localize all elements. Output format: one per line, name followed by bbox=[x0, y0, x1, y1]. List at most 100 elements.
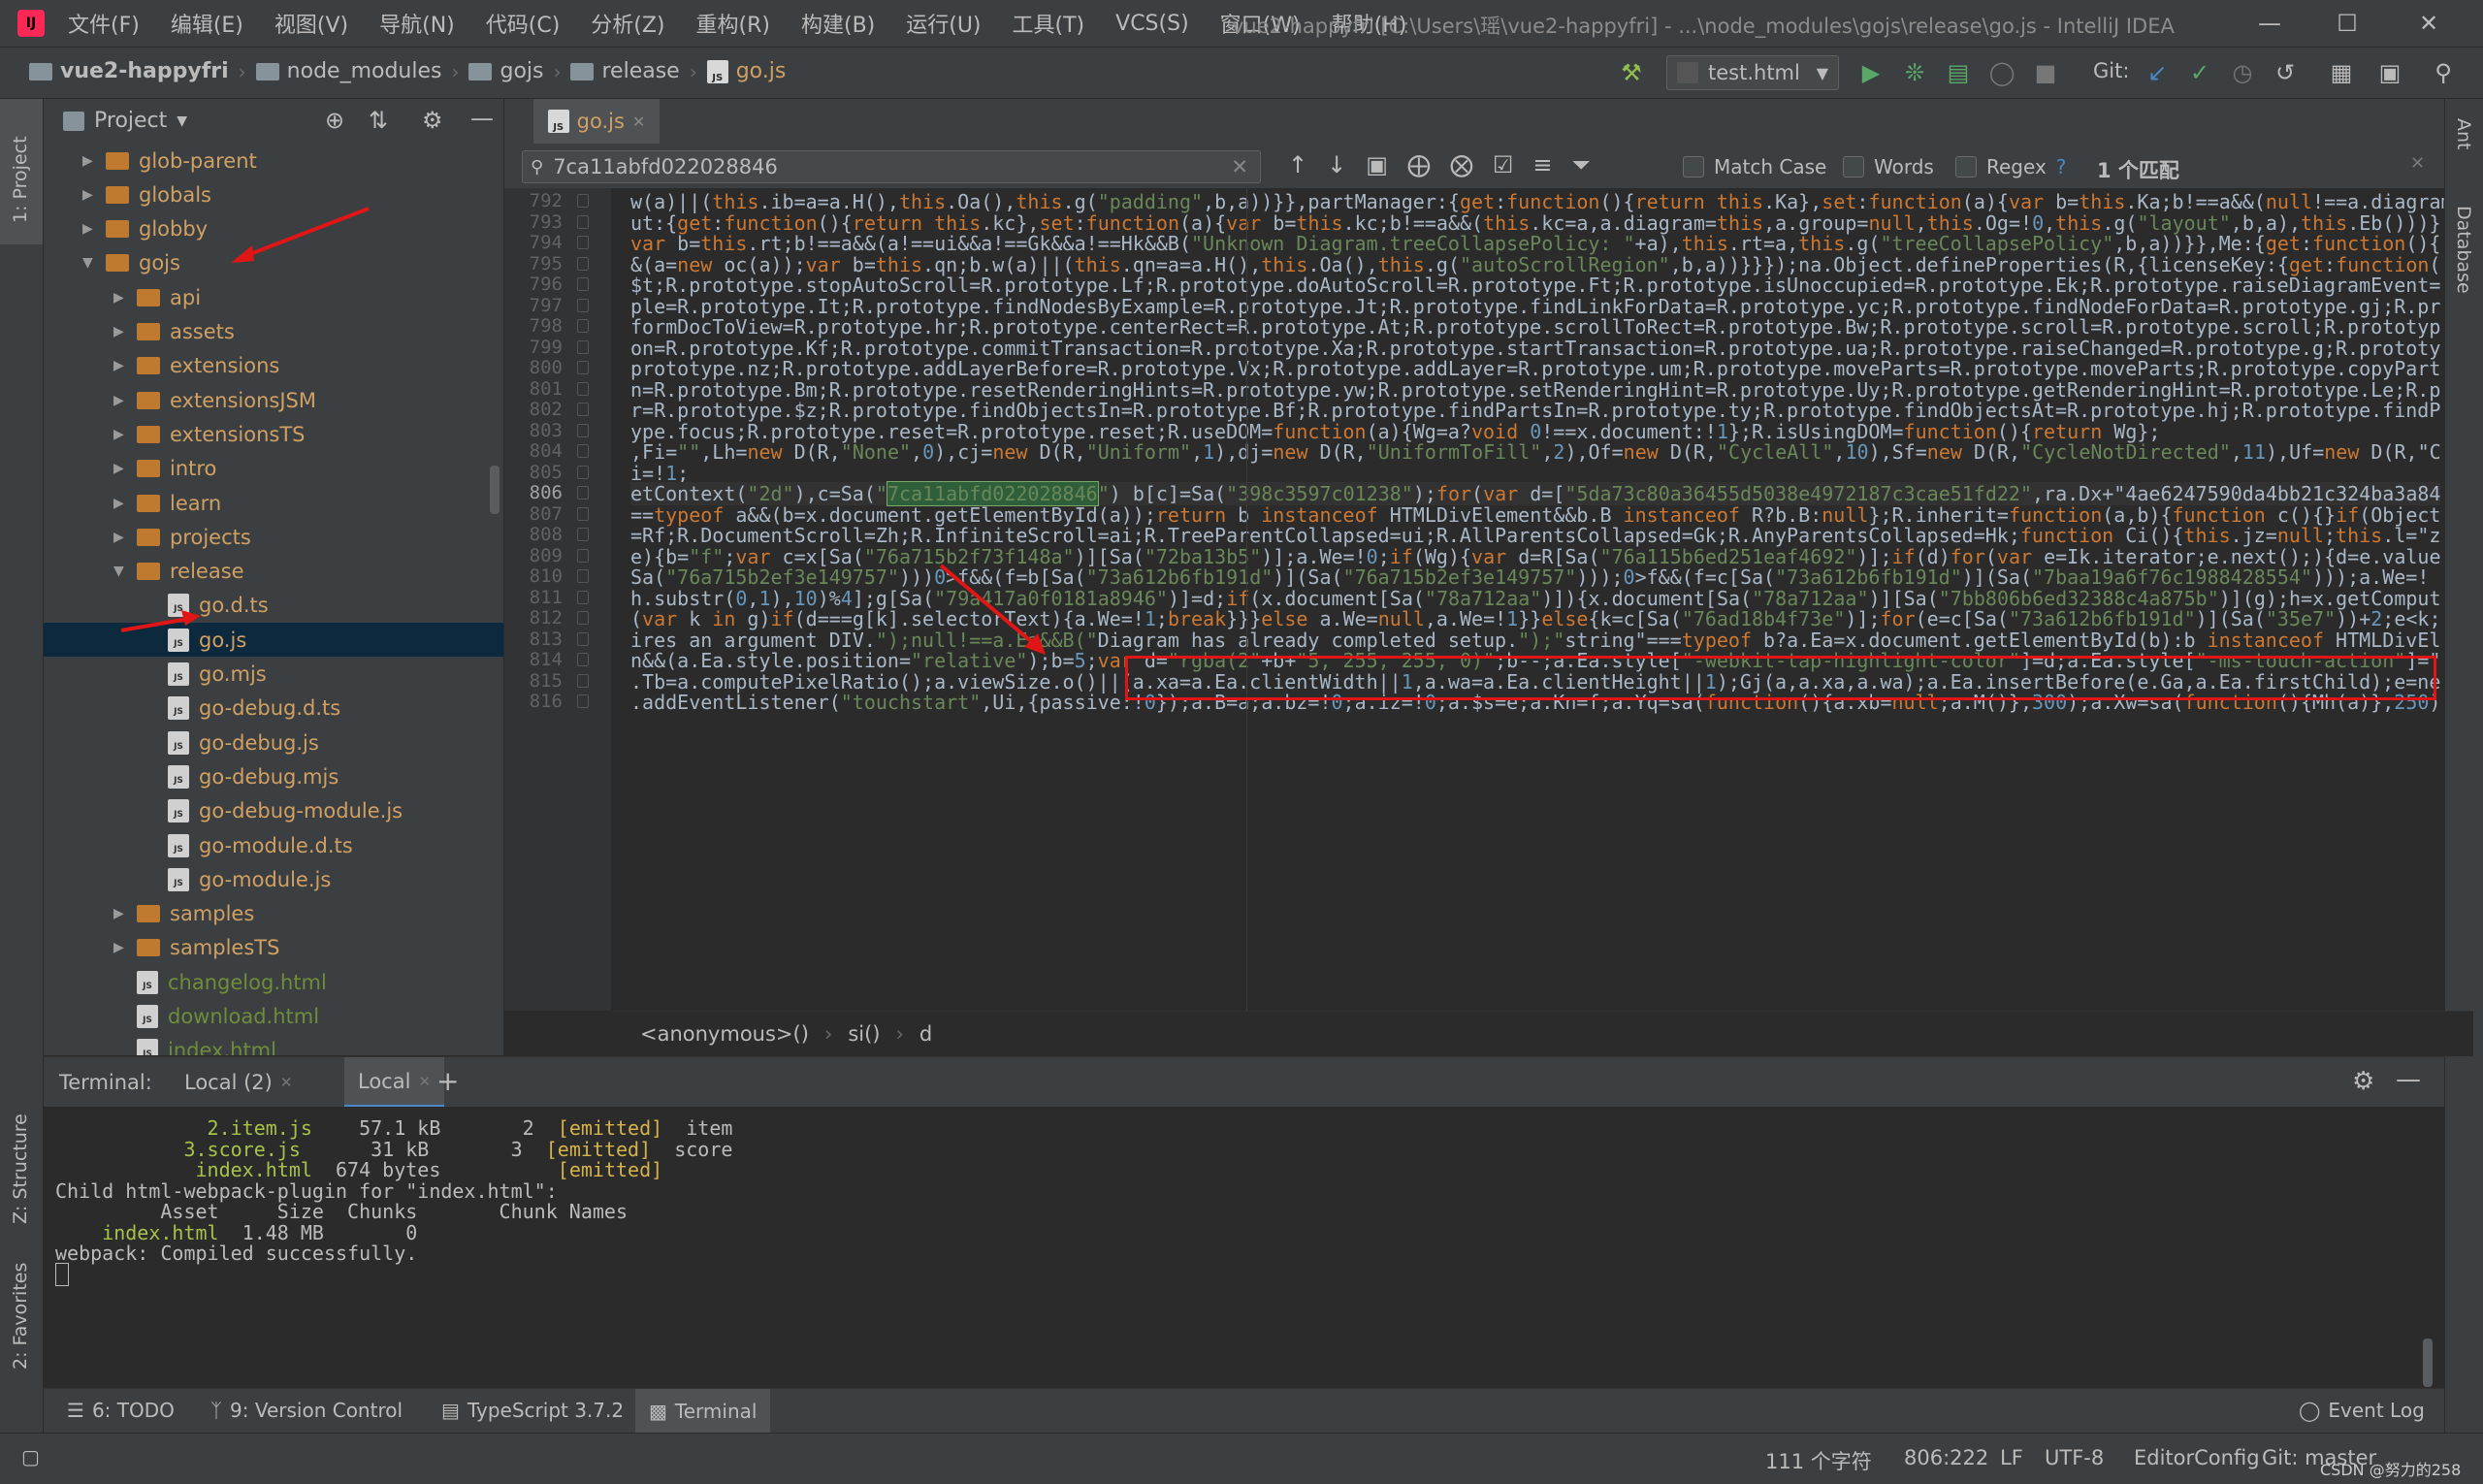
menu-navigate[interactable]: 导航(N) bbox=[379, 8, 455, 39]
next-occurrence-icon[interactable]: ↓ bbox=[1327, 151, 1346, 178]
find-field[interactable]: ⚲ 7ca11abfd022028846 ✕ bbox=[522, 150, 1261, 183]
menu-view[interactable]: 视图(V) bbox=[274, 8, 348, 39]
match-case-option[interactable]: Match Case bbox=[1683, 155, 1826, 178]
minimize-button[interactable]: — bbox=[2250, 8, 2289, 39]
find-input[interactable]: 7ca11abfd022028846 bbox=[553, 155, 778, 178]
fold-marker-icon[interactable] bbox=[577, 214, 589, 229]
tree-item[interactable]: ▶ intro bbox=[113, 452, 216, 486]
words-option[interactable]: Words bbox=[1843, 155, 1934, 178]
fold-marker-icon[interactable] bbox=[577, 298, 589, 312]
menu-file[interactable]: 文件(F) bbox=[68, 8, 140, 39]
coverage-icon[interactable]: ▤ bbox=[1945, 59, 1972, 86]
match-case-checkbox[interactable] bbox=[1683, 156, 1704, 177]
collapsed-arrow-icon[interactable]: ▶ bbox=[113, 324, 127, 339]
regex-option[interactable]: Regex? bbox=[1955, 155, 2066, 178]
tree-item[interactable]: ▼ release bbox=[113, 555, 244, 589]
menu-code[interactable]: 代码(C) bbox=[486, 8, 561, 39]
collapse-all-icon[interactable]: ⇅ bbox=[369, 107, 388, 134]
terminal-scrollbar[interactable] bbox=[2423, 1339, 2433, 1387]
fold-marker-icon[interactable] bbox=[577, 277, 589, 291]
collapsed-arrow-icon[interactable]: ▶ bbox=[113, 530, 127, 545]
collapsed-arrow-icon[interactable]: ▶ bbox=[113, 906, 127, 921]
tree-item[interactable]: JS go-debug.js bbox=[145, 726, 319, 759]
fold-marker-icon[interactable] bbox=[577, 694, 589, 708]
tree-item[interactable]: ▶ globals bbox=[82, 177, 211, 211]
todo-tool-tab[interactable]: ☰ 6: TODO bbox=[67, 1399, 175, 1422]
project-view-selector[interactable]: Project ▼ bbox=[63, 109, 187, 133]
run-icon[interactable]: ▶ bbox=[1857, 59, 1885, 86]
add-occurrence-icon[interactable]: ⨁ bbox=[1407, 151, 1431, 178]
tree-item[interactable]: ▶ samplesTS bbox=[113, 931, 279, 965]
tree-item[interactable]: ▶ extensions bbox=[113, 349, 279, 383]
fold-marker-icon[interactable] bbox=[577, 528, 589, 541]
tree-item[interactable]: JS go-module.d.ts bbox=[145, 828, 353, 862]
locate-target-icon[interactable]: ⊕ bbox=[325, 107, 344, 134]
project-tool-tab[interactable]: 1: Project bbox=[10, 136, 31, 223]
tree-item[interactable]: ▶ samples bbox=[113, 897, 254, 931]
menu-analyze[interactable]: 分析(Z) bbox=[591, 8, 664, 39]
settings-gear-icon[interactable]: ⚙ bbox=[422, 107, 443, 134]
favorites-tool-tab[interactable]: 2: Favorites bbox=[10, 1263, 31, 1370]
new-terminal-plus-icon[interactable]: + bbox=[436, 1065, 459, 1097]
menu-tools[interactable]: 工具(T) bbox=[1013, 8, 1085, 39]
close-window-button[interactable]: ✕ bbox=[2409, 8, 2448, 39]
tree-item[interactable]: JS go.mjs bbox=[145, 658, 267, 692]
fold-marker-icon[interactable] bbox=[577, 569, 589, 583]
fold-marker-icon[interactable] bbox=[577, 611, 589, 625]
tree-item[interactable]: ▶ extensionsJSM bbox=[113, 383, 316, 417]
terminal-settings-gear-icon[interactable]: ⚙ bbox=[2352, 1067, 2374, 1096]
build-hammer-icon[interactable]: ⚒ bbox=[1618, 59, 1645, 86]
expanded-arrow-icon[interactable]: ▼ bbox=[82, 255, 96, 271]
run-configuration-select[interactable]: test.html ▼ bbox=[1666, 55, 1839, 90]
structure-tool-tab[interactable]: Z: Structure bbox=[10, 1113, 31, 1224]
fold-marker-icon[interactable] bbox=[577, 631, 589, 646]
collapsed-arrow-icon[interactable]: ▶ bbox=[113, 940, 127, 955]
regex-checkbox[interactable] bbox=[1955, 156, 1977, 177]
select-all-occurrences-icon[interactable]: ▣ bbox=[1366, 151, 1388, 178]
tree-item[interactable]: ▶ globby bbox=[82, 212, 208, 246]
filter-icon[interactable]: ⏷ bbox=[1572, 151, 1591, 178]
fold-marker-icon[interactable] bbox=[577, 236, 589, 249]
fold-marker-icon[interactable] bbox=[577, 548, 589, 563]
in-selection-icon[interactable]: ≡ bbox=[1532, 151, 1552, 178]
hide-panel-icon[interactable]: — bbox=[470, 105, 494, 132]
breadcrumb-si[interactable]: si() bbox=[848, 1022, 880, 1046]
terminal-tool-tab[interactable]: ▩ Terminal bbox=[635, 1389, 771, 1434]
close-tab-icon[interactable]: ✕ bbox=[418, 1073, 431, 1090]
line-separator[interactable]: LF bbox=[2000, 1446, 2023, 1469]
breadcrumb-file[interactable]: JS go.js bbox=[706, 59, 786, 83]
fold-marker-icon[interactable] bbox=[577, 673, 589, 688]
file-encoding[interactable]: UTF-8 bbox=[2045, 1446, 2104, 1469]
tab-local-2[interactable]: Local (2) ✕ bbox=[184, 1057, 292, 1108]
words-checkbox[interactable] bbox=[1843, 156, 1864, 177]
toggle-tool-windows-icon[interactable]: ▢ bbox=[21, 1445, 40, 1468]
fold-marker-icon[interactable] bbox=[577, 465, 589, 479]
tree-item[interactable]: JS go-debug.mjs bbox=[145, 759, 339, 793]
fold-marker-icon[interactable] bbox=[577, 194, 589, 208]
tree-item[interactable]: JS go-module.js bbox=[145, 862, 331, 896]
collapsed-arrow-icon[interactable]: ▶ bbox=[82, 187, 96, 203]
presentation-icon[interactable]: ▣ bbox=[2376, 59, 2403, 86]
clear-search-icon[interactable]: ✕ bbox=[1231, 155, 1248, 178]
remove-occurrence-icon[interactable]: ⨂ bbox=[1450, 151, 1473, 178]
rollback-icon[interactable]: ↺ bbox=[2272, 59, 2299, 86]
fold-marker-icon[interactable] bbox=[577, 361, 589, 374]
fold-marker-icon[interactable] bbox=[577, 319, 589, 333]
hide-terminal-icon[interactable]: — bbox=[2396, 1065, 2421, 1094]
fold-marker-icon[interactable] bbox=[577, 381, 589, 396]
tree-item[interactable]: JS index.html bbox=[113, 1034, 276, 1055]
tree-item[interactable]: ▶ assets bbox=[113, 315, 235, 349]
tab-local[interactable]: Local ✕ bbox=[344, 1057, 445, 1108]
close-tab-icon[interactable]: ✕ bbox=[280, 1074, 293, 1091]
menu-build[interactable]: 构建(B) bbox=[801, 8, 875, 39]
menu-run[interactable]: 运行(U) bbox=[906, 8, 981, 39]
collapsed-arrow-icon[interactable]: ▶ bbox=[113, 461, 127, 476]
fold-marker-icon[interactable] bbox=[577, 444, 589, 458]
ant-tool-tab[interactable]: Ant bbox=[2453, 118, 2474, 150]
collapsed-arrow-icon[interactable]: ▶ bbox=[113, 496, 127, 511]
close-find-bar-icon[interactable]: ✕ bbox=[2410, 153, 2425, 174]
tree-item[interactable]: ▶ learn bbox=[113, 486, 221, 520]
tree-item[interactable]: JS go-debug-module.js bbox=[145, 794, 403, 828]
tree-item[interactable]: ▶ api bbox=[113, 280, 201, 314]
breadcrumb-gojs[interactable]: gojs bbox=[468, 59, 543, 83]
